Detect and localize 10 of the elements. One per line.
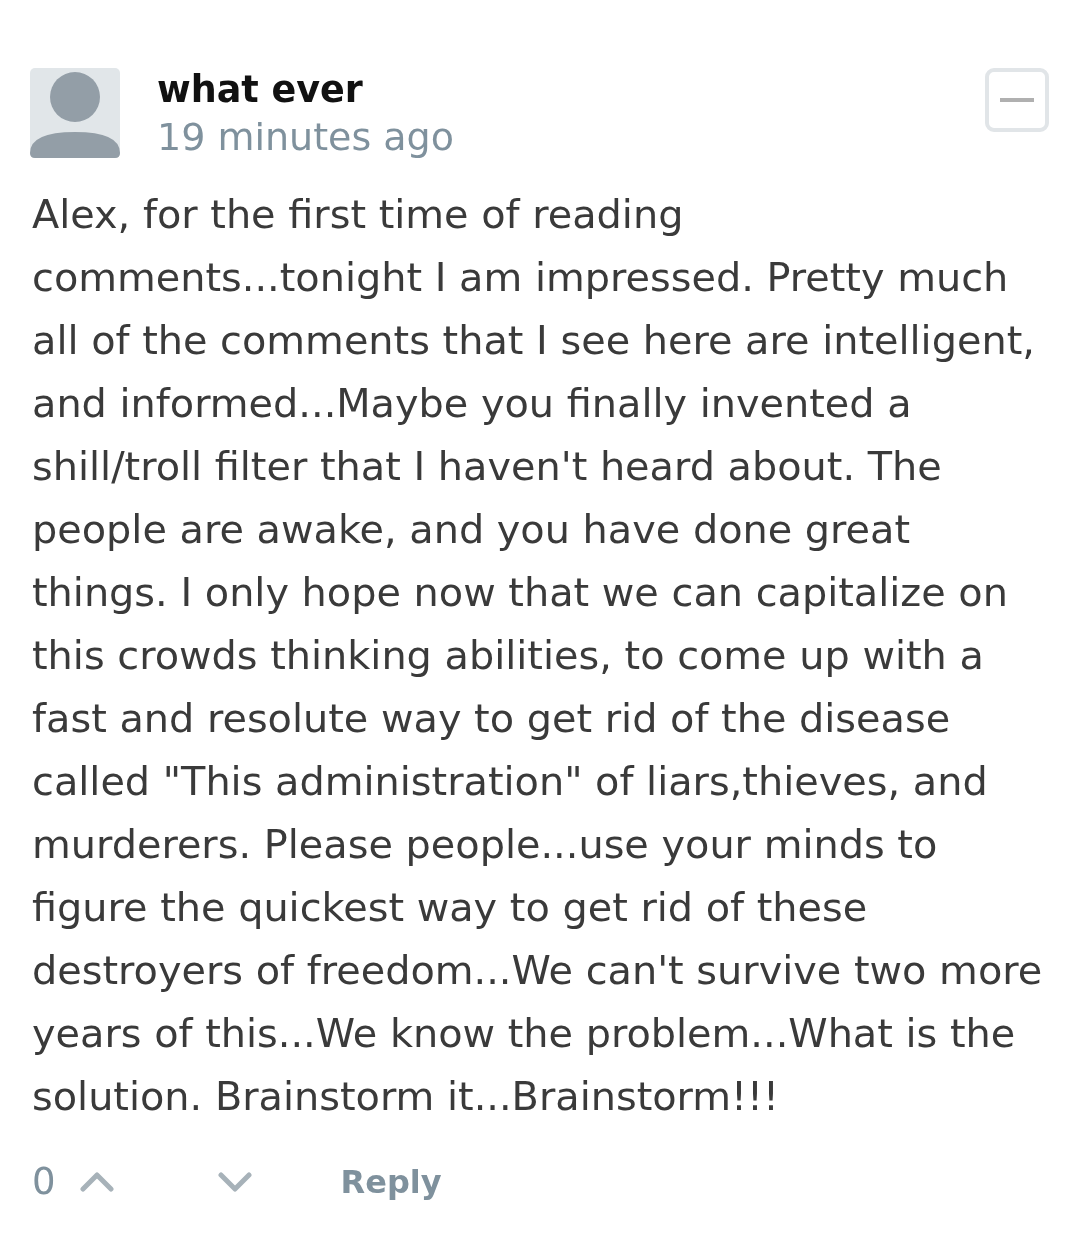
comment-text: Alex, for the first time of reading comments...tonight I am impressed. Pretty much all of the comments that I see here are intelligent, and informed...Maybe you finally invented a shill/troll filter that I haven't heard about. The people are awake, and you have done great things. I only hope now that we can capitalize on this crowds thinking abilities, to come up with a fast and resolute way to get rid of the disease called "This administration" of liars,thieves, and murderers. Please people...use your minds to figure the quickest way to get rid of these destroyers of freedom...We can't survive two more years of this...We know the problem...What is the solution. Brainstorm it...Brainstorm!!!: [32, 190, 1044, 1121]
avatar-icon: [30, 68, 120, 158]
chevron-down-icon: [217, 1172, 252, 1192]
author-name: what ever: [157, 67, 364, 113]
vote-count: 0: [32, 1159, 56, 1205]
timestamp: 19 minutes ago: [157, 115, 455, 159]
chevron-up-icon: [79, 1172, 114, 1192]
reply-button[interactable]: Reply: [340, 1158, 442, 1206]
minus-icon: [1000, 98, 1034, 102]
collapse-button[interactable]: [985, 68, 1049, 132]
